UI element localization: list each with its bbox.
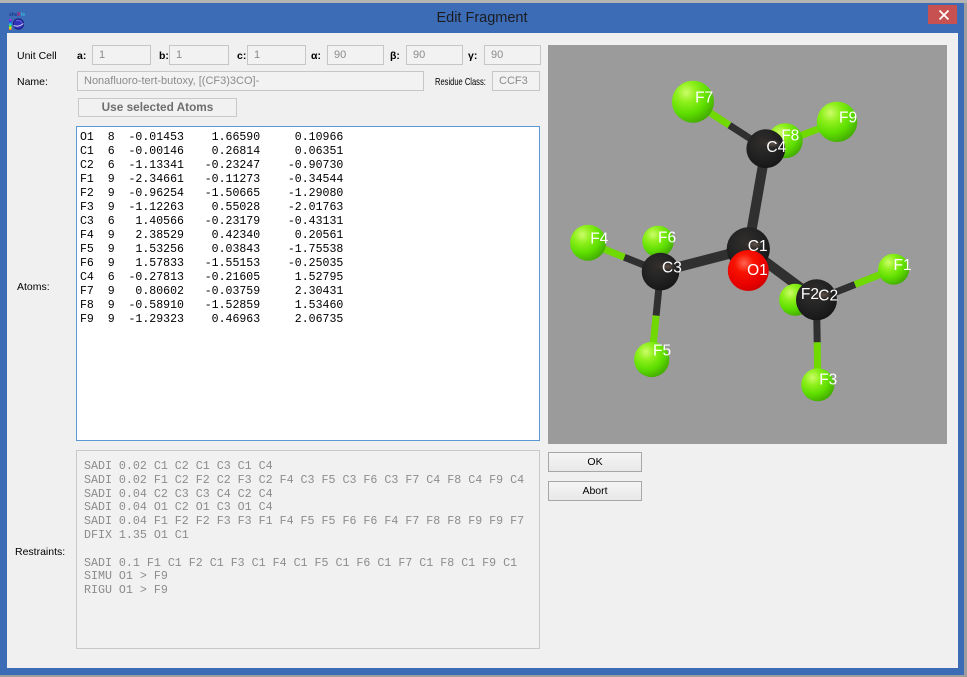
svg-text:C3: C3 (662, 260, 682, 277)
svg-text:C1: C1 (748, 238, 768, 255)
svg-text:F6: F6 (658, 230, 676, 247)
svg-text:F7: F7 (695, 90, 713, 107)
svg-text:F5: F5 (653, 343, 671, 360)
svg-text:C2: C2 (818, 288, 838, 305)
svg-text:F1: F1 (894, 257, 912, 274)
svg-text:F9: F9 (839, 110, 857, 127)
svg-text:F2: F2 (801, 286, 819, 303)
svg-text:O1: O1 (747, 262, 768, 279)
svg-text:F4: F4 (590, 231, 608, 248)
svg-text:le: le (21, 12, 25, 18)
svg-text:F3: F3 (819, 372, 837, 389)
svg-text:F8: F8 (781, 128, 799, 145)
